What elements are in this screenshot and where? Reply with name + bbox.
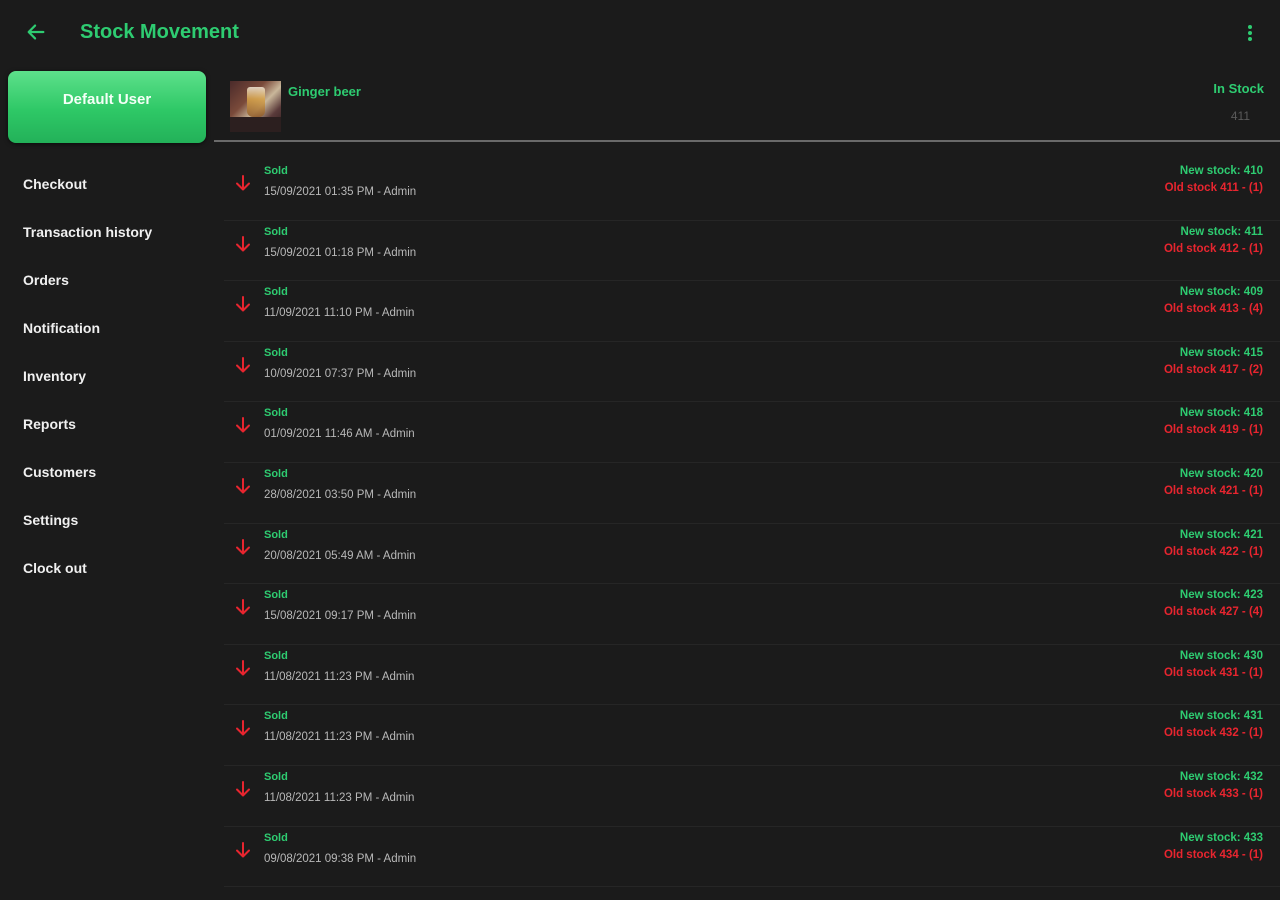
- movement-new-stock: New stock: 421: [1179, 528, 1263, 541]
- back-button[interactable]: [22, 18, 50, 46]
- arrow-down-icon: [236, 477, 250, 494]
- in-stock-value: 411: [1230, 109, 1250, 123]
- movement-new-stock: New stock: 430: [1179, 649, 1263, 662]
- sidebar-item-settings[interactable]: Settings: [0, 496, 214, 544]
- movement-row[interactable]: Sold 11/09/2021 11:10 PM - Admin New sto…: [224, 281, 1280, 342]
- movement-row[interactable]: Sold 15/09/2021 01:18 PM - Admin New sto…: [224, 221, 1280, 282]
- movement-old-stock: Old stock 427 - (4): [1163, 606, 1263, 619]
- movement-new-stock: New stock: 415: [1179, 346, 1263, 359]
- arrow-down-icon: [236, 841, 250, 858]
- movement-new-stock: New stock: 418: [1179, 407, 1263, 420]
- movement-type: Sold: [264, 649, 288, 662]
- arrow-down-icon: [236, 235, 250, 252]
- sidebar-item-orders[interactable]: Orders: [0, 256, 214, 304]
- movement-old-stock: Old stock 417 - (2): [1163, 363, 1263, 376]
- movement-old-stock: Old stock 433 - (1): [1163, 787, 1263, 800]
- arrow-down-icon: [236, 175, 250, 191]
- movement-meta: 15/08/2021 09:17 PM - Admin: [264, 610, 417, 623]
- movement-type: Sold: [264, 589, 288, 602]
- arrow-down-icon: [236, 538, 250, 555]
- movement-old-stock: Old stock 412 - (1): [1163, 242, 1263, 255]
- product-image: [230, 81, 281, 132]
- movement-meta: 09/08/2021 09:38 PM - Admin: [264, 852, 417, 865]
- movement-meta: 11/08/2021 11:23 PM - Admin: [264, 791, 415, 804]
- movement-old-stock: Old stock 421 - (1): [1163, 484, 1263, 497]
- movement-type: Sold: [264, 286, 288, 299]
- movement-old-stock: Old stock 434 - (1): [1163, 848, 1263, 861]
- page-title: Stock Movement: [80, 21, 239, 43]
- arrow-down-icon: [236, 659, 250, 676]
- product-header: Ginger beer In Stock 411: [214, 66, 1280, 142]
- movement-type: Sold: [264, 165, 288, 177]
- movement-new-stock: New stock: 431: [1179, 710, 1263, 723]
- movement-old-stock: Old stock 431 - (1): [1163, 666, 1263, 679]
- movement-old-stock: Old stock 413 - (4): [1163, 303, 1263, 316]
- product-name: Ginger beer: [288, 84, 361, 99]
- arrow-left-icon: [27, 24, 45, 40]
- sidebar-item-reports[interactable]: Reports: [0, 400, 214, 448]
- movement-meta: 20/08/2021 05:49 AM - Admin: [264, 549, 416, 562]
- movement-row[interactable]: Sold 10/09/2021 07:37 PM - Admin New sto…: [224, 342, 1280, 403]
- sidebar-item-transaction-history[interactable]: Transaction history: [0, 208, 214, 256]
- arrow-down-icon: [236, 417, 250, 433]
- more-options-button[interactable]: [1238, 20, 1262, 46]
- movement-new-stock: New stock: 433: [1179, 831, 1263, 844]
- movement-meta: 11/09/2021 11:10 PM - Admin: [264, 307, 415, 320]
- app-bar: Stock Movement: [0, 0, 1280, 66]
- movement-row[interactable]: Sold 11/08/2021 11:23 PM - Admin New sto…: [224, 705, 1280, 766]
- movement-type: Sold: [264, 407, 288, 420]
- movement-meta: 01/09/2021 11:46 AM - Admin: [264, 428, 415, 441]
- arrow-down-icon: [236, 356, 250, 373]
- movement-meta: 15/09/2021 01:35 PM - Admin: [264, 186, 417, 198]
- movement-type: Sold: [264, 831, 288, 844]
- movement-row[interactable]: Sold 15/09/2021 01:35 PM - Admin New sto…: [224, 160, 1280, 221]
- movement-type: Sold: [264, 710, 288, 723]
- sidebar-item-clock-out[interactable]: Clock out: [0, 544, 214, 592]
- movement-type: Sold: [264, 467, 288, 480]
- movement-new-stock: New stock: 409: [1179, 286, 1263, 299]
- movement-type: Sold: [264, 770, 288, 783]
- more-vertical-icon: [1248, 25, 1252, 41]
- movement-type: Sold: [264, 528, 288, 541]
- movement-meta: 11/08/2021 11:23 PM - Admin: [264, 731, 415, 744]
- movement-meta: 10/09/2021 07:37 PM - Admin: [264, 367, 417, 380]
- movement-row[interactable]: Sold 20/08/2021 05:49 AM - Admin New sto…: [224, 524, 1280, 585]
- sidebar: Default User Checkout Transaction histor…: [0, 66, 214, 900]
- movement-meta: 15/09/2021 01:18 PM - Admin: [264, 246, 417, 259]
- main-content: Ginger beer In Stock 411 Sold 15/09/2021…: [214, 66, 1280, 900]
- movement-type: Sold: [264, 225, 288, 238]
- arrow-down-icon: [236, 720, 250, 736]
- sidebar-item-notification[interactable]: Notification: [0, 304, 214, 352]
- movement-row[interactable]: Sold 01/09/2021 11:46 AM - Admin New sto…: [224, 402, 1280, 463]
- movement-new-stock: New stock: 411: [1180, 225, 1263, 238]
- sidebar-item-inventory[interactable]: Inventory: [0, 352, 214, 400]
- movement-row[interactable]: Sold 28/08/2021 03:50 PM - Admin New sto…: [224, 463, 1280, 524]
- movement-type: Sold: [264, 346, 288, 359]
- sidebar-item-checkout[interactable]: Checkout: [0, 160, 214, 208]
- movement-meta: 28/08/2021 03:50 PM - Admin: [264, 488, 417, 501]
- movement-new-stock: New stock: 423: [1179, 589, 1263, 602]
- movement-meta: 11/08/2021 11:23 PM - Admin: [264, 670, 415, 683]
- in-stock-label: In Stock: [1213, 81, 1264, 96]
- movement-row[interactable]: Sold 09/08/2021 09:38 PM - Admin New sto…: [224, 827, 1280, 888]
- movement-row[interactable]: Sold 11/08/2021 11:23 PM - Admin New sto…: [224, 645, 1280, 706]
- arrow-down-icon: [236, 296, 250, 312]
- movement-new-stock: New stock: 410: [1179, 165, 1263, 177]
- sidebar-item-customers[interactable]: Customers: [0, 448, 214, 496]
- movement-old-stock: Old stock 419 - (1): [1163, 424, 1263, 437]
- movement-new-stock: New stock: 432: [1179, 770, 1263, 783]
- arrow-down-icon: [236, 599, 250, 615]
- movement-old-stock: Old stock 422 - (1): [1163, 545, 1263, 558]
- movement-old-stock: Old stock 432 - (1): [1163, 727, 1263, 740]
- movement-new-stock: New stock: 420: [1179, 467, 1263, 480]
- movement-row[interactable]: Sold 11/08/2021 11:23 PM - Admin New sto…: [224, 766, 1280, 827]
- sidebar-nav: Checkout Transaction history Orders Noti…: [0, 172, 214, 604]
- movement-row[interactable]: Sold 15/08/2021 09:17 PM - Admin New sto…: [224, 584, 1280, 645]
- arrow-down-icon: [236, 780, 250, 797]
- user-card-button[interactable]: Default User: [8, 71, 206, 143]
- stock-movement-list[interactable]: Sold 15/09/2021 01:35 PM - Admin New sto…: [224, 160, 1280, 888]
- movement-old-stock: Old stock 411 - (1): [1164, 182, 1263, 194]
